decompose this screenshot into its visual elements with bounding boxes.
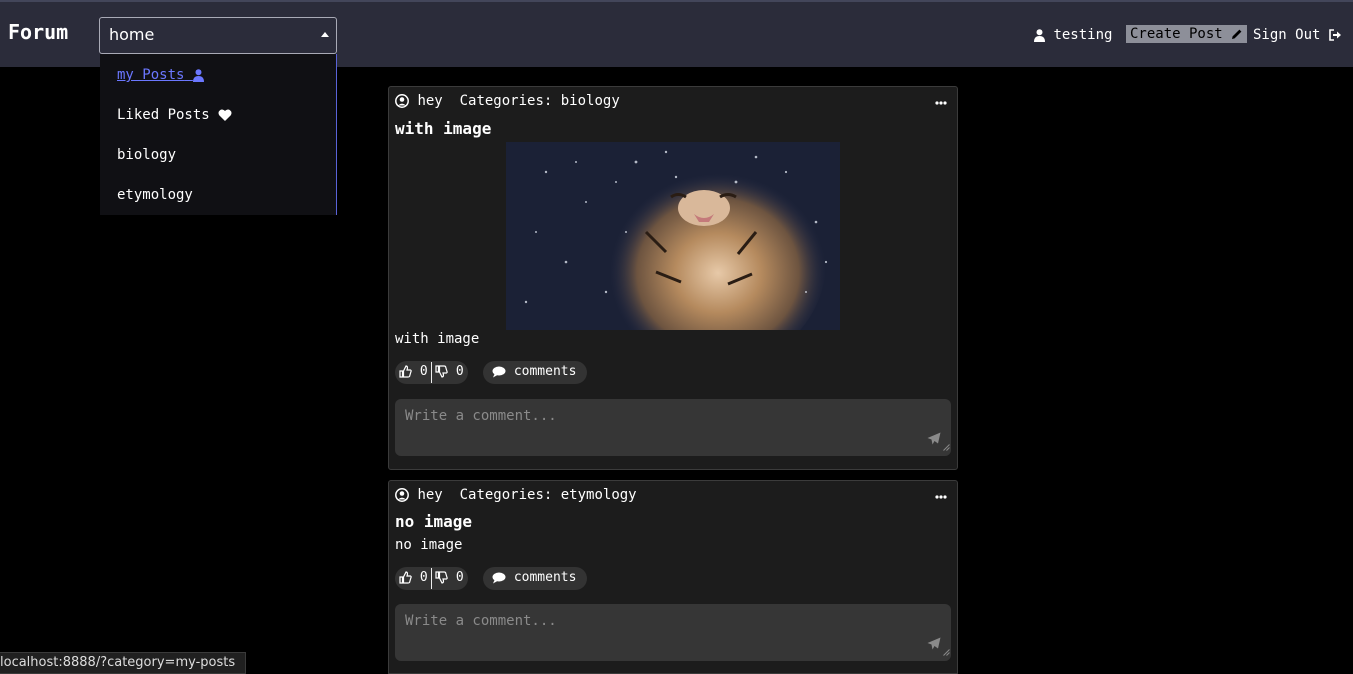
speech-bubble-icon <box>492 364 514 379</box>
dislike-button[interactable]: 0 <box>435 570 464 585</box>
post-card: hey Categories: biology with image with … <box>388 86 958 470</box>
sign-out-icon <box>1329 27 1342 43</box>
post-author[interactable]: hey <box>417 93 442 109</box>
dislike-count: 0 <box>455 364 464 379</box>
user-name: testing <box>1053 27 1113 43</box>
comments-button[interactable]: comments <box>483 361 587 384</box>
dislike-button[interactable]: 0 <box>435 364 464 379</box>
more-options-icon[interactable] <box>935 489 947 505</box>
sign-out-button[interactable]: Sign Out <box>1253 27 1342 43</box>
like-count: 0 <box>419 570 428 585</box>
thumbs-down-icon <box>435 364 456 379</box>
user-circle-icon <box>395 487 417 503</box>
category-dropdown-menu: my Posts Liked Posts biology etymology <box>100 54 337 215</box>
post-title: with image <box>395 119 492 138</box>
status-url: localhost:8888/?category=my-posts <box>0 655 236 670</box>
post-image <box>506 142 840 330</box>
user-profile-link[interactable]: testing <box>1034 27 1112 43</box>
resize-handle-icon[interactable] <box>943 644 950 660</box>
thumbs-up-icon <box>399 570 420 585</box>
comments-label: comments <box>513 570 577 585</box>
category-select-value: home <box>109 25 155 44</box>
like-count: 0 <box>419 364 428 379</box>
user-icon <box>192 67 204 83</box>
brand-logo[interactable]: Forum <box>8 20 68 44</box>
post-title: no image <box>395 512 473 531</box>
post-card: hey Categories: etymology no image no im… <box>388 480 958 674</box>
user-circle-icon <box>395 93 417 109</box>
comment-placeholder: Write a comment... <box>405 408 557 424</box>
comment-input[interactable]: Write a comment... <box>395 399 951 456</box>
thumbs-up-icon <box>399 364 420 379</box>
category-select[interactable]: home <box>99 17 337 54</box>
more-options-icon[interactable] <box>935 95 947 111</box>
dropdown-item-etymology[interactable]: etymology <box>117 187 193 203</box>
post-author[interactable]: hey <box>417 487 442 503</box>
post-category[interactable]: etymology <box>561 487 637 503</box>
comments-button[interactable]: comments <box>483 567 587 590</box>
comment-placeholder: Write a comment... <box>405 613 557 629</box>
caret-up-icon <box>321 32 329 37</box>
send-icon[interactable] <box>927 430 941 446</box>
post-meta: hey Categories: biology <box>395 93 620 109</box>
like-button[interactable]: 0 <box>399 570 428 585</box>
link-preview-status-bar: localhost:8888/?category=my-posts <box>0 652 246 674</box>
pencil-icon <box>1231 26 1243 42</box>
create-post-label: Create Post <box>1130 26 1223 42</box>
send-icon[interactable] <box>927 635 941 651</box>
sign-out-label: Sign Out <box>1253 27 1321 43</box>
user-icon <box>1034 27 1053 43</box>
post-categories-label: Categories: <box>459 93 553 109</box>
dropdown-item-biology[interactable]: biology <box>117 147 176 163</box>
dropdown-item-my-posts[interactable]: my Posts <box>117 67 204 83</box>
thumbs-down-icon <box>435 570 456 585</box>
post-body: with image <box>395 331 480 347</box>
post-categories-label: Categories: <box>459 487 553 503</box>
comment-input[interactable]: Write a comment... <box>395 604 951 661</box>
dropdown-item-liked-posts[interactable]: Liked Posts <box>117 107 232 123</box>
speech-bubble-icon <box>492 570 514 585</box>
vote-pill: 0 0 <box>395 361 468 384</box>
like-button[interactable]: 0 <box>399 364 428 379</box>
post-body: no image <box>395 537 463 553</box>
post-meta: hey Categories: etymology <box>395 487 637 503</box>
post-category[interactable]: biology <box>561 93 620 109</box>
vote-pill: 0 0 <box>395 567 468 590</box>
heart-icon <box>218 107 232 123</box>
comments-label: comments <box>513 364 577 379</box>
create-post-button[interactable]: Create Post <box>1126 25 1248 43</box>
dislike-count: 0 <box>455 570 464 585</box>
resize-handle-icon[interactable] <box>943 439 950 455</box>
